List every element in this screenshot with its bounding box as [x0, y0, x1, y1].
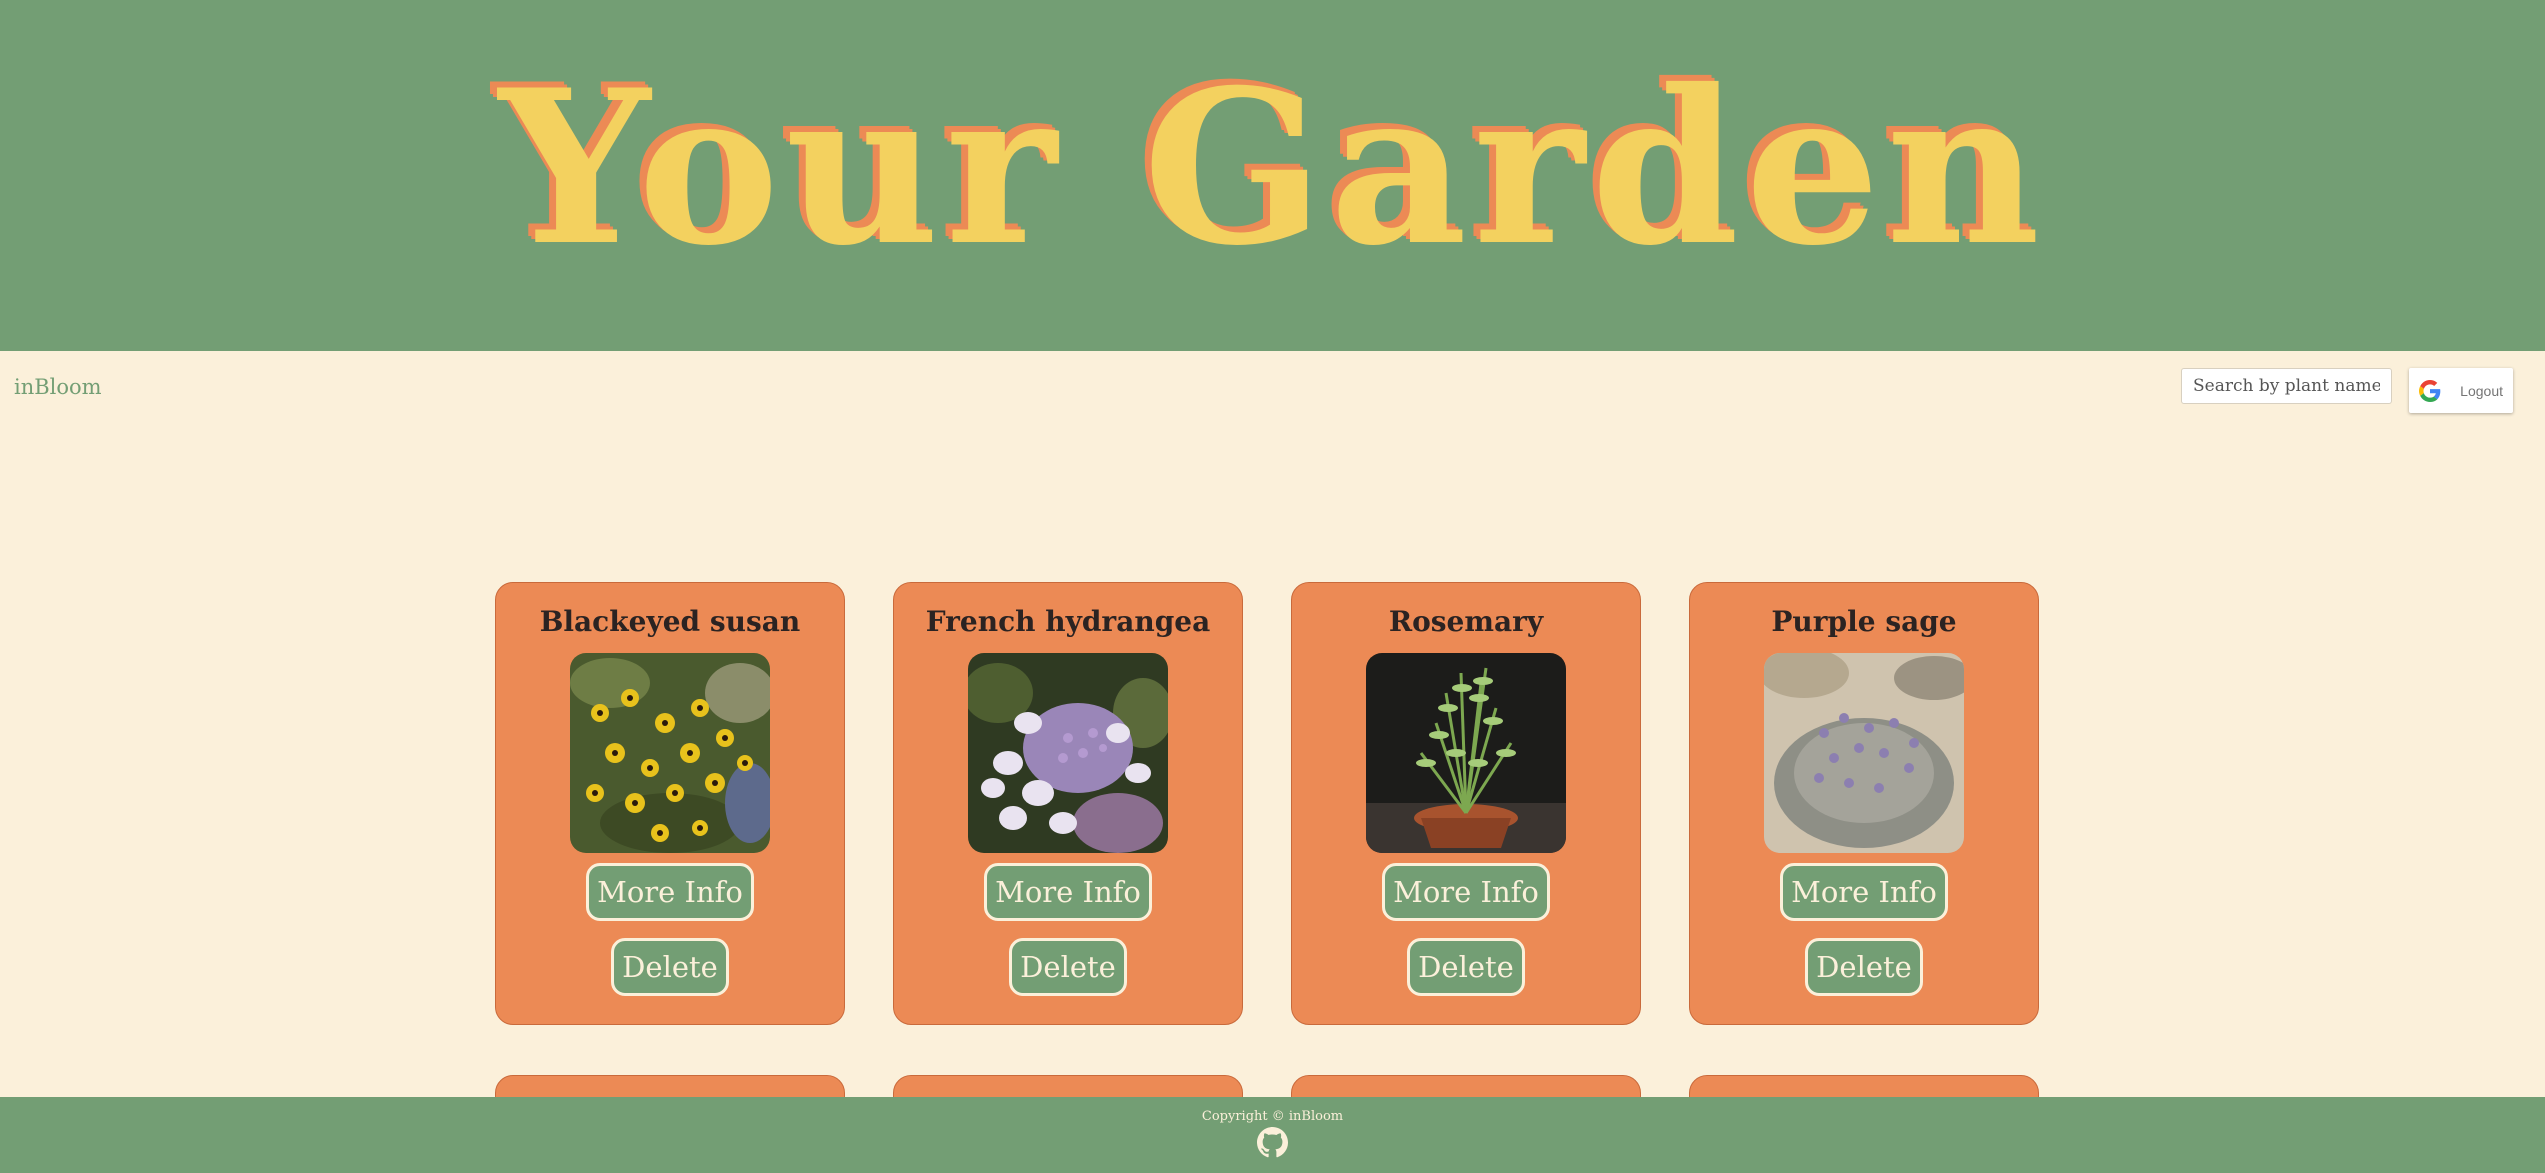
more-info-button[interactable]: More Info — [1382, 863, 1550, 921]
plant-card: Blackeyed susan More Info Delete — [495, 582, 845, 1025]
plant-card: Rosemary More Info Delete — [1291, 582, 1641, 1025]
plant-card: French hydrangea More Info Delete — [893, 582, 1243, 1025]
plant-photo — [570, 653, 770, 853]
plant-name: Purple sage — [1771, 605, 1957, 638]
logout-button[interactable]: Logout — [2409, 368, 2513, 413]
header-banner: Your Garden — [0, 0, 2545, 351]
more-info-button[interactable]: More Info — [1780, 863, 1948, 921]
page-title: Your Garden — [498, 43, 2047, 292]
delete-button[interactable]: Delete — [1009, 938, 1127, 996]
brand-link[interactable]: inBloom — [14, 375, 102, 399]
plant-photo — [1764, 653, 1964, 853]
more-info-button[interactable]: More Info — [586, 863, 754, 921]
delete-button[interactable]: Delete — [1407, 938, 1525, 996]
plant-name: Rosemary — [1388, 605, 1544, 638]
google-g-icon — [2419, 379, 2441, 402]
github-icon[interactable] — [1257, 1127, 1288, 1158]
logout-label: Logout — [2460, 382, 2503, 399]
footer: Copyright © inBloom — [0, 1097, 2545, 1173]
delete-button[interactable]: Delete — [1805, 938, 1923, 996]
plant-photo — [968, 653, 1168, 853]
more-info-button[interactable]: More Info — [984, 863, 1152, 921]
plant-photo — [1366, 653, 1566, 853]
plant-card: Purple sage More Info Delete — [1689, 582, 2039, 1025]
copyright-text: Copyright © inBloom — [1201, 1109, 1344, 1124]
plant-name: French hydrangea — [925, 605, 1211, 638]
plant-name: Blackeyed susan — [539, 605, 801, 638]
navbar: inBloom Logout — [0, 351, 2545, 427]
delete-button[interactable]: Delete — [611, 938, 729, 996]
search-input[interactable] — [2181, 368, 2392, 404]
